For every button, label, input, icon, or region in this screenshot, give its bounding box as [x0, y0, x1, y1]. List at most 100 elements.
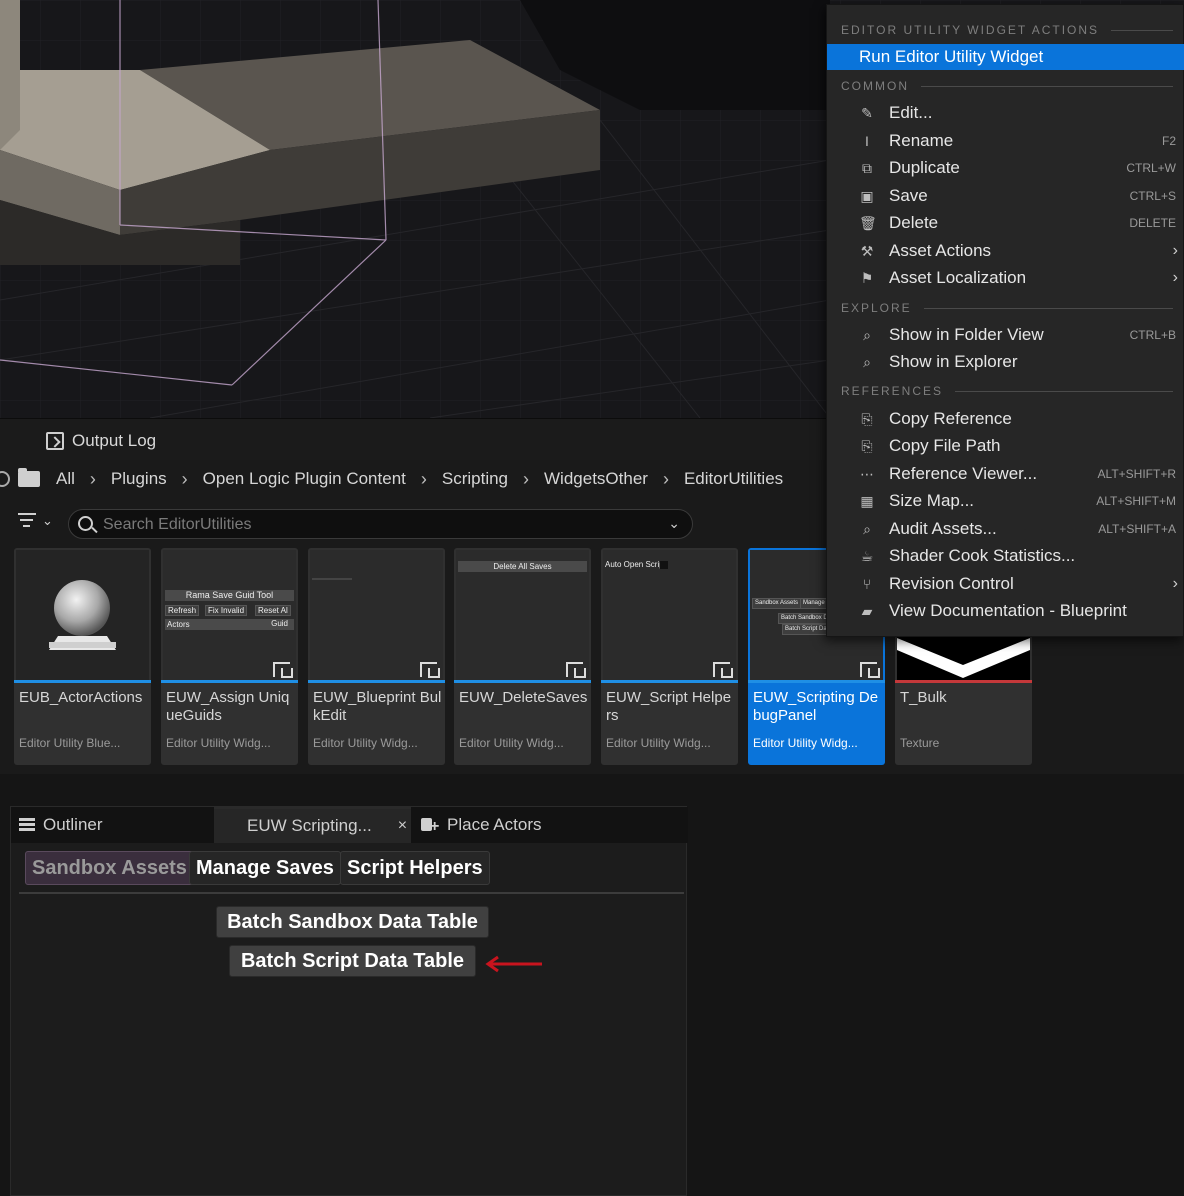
menu-item-label: Edit... [889, 103, 933, 122]
search-box[interactable]: ⌄ [68, 509, 693, 539]
menu-item-run-editor-utility-widget[interactable]: Run Editor Utility Widget [827, 44, 1184, 70]
breadcrumb-item-plugins[interactable]: Plugins [107, 469, 171, 489]
asset-tile[interactable]: Auto Open Script EUW_Script Helpers Edit… [601, 548, 738, 765]
menu-item-view-documentation[interactable]: ▰ View Documentation - Blueprint [827, 598, 1184, 624]
thumb-label: Manage [800, 598, 828, 609]
menu-item-reference-viewer[interactable]: ⋯ Reference Viewer... ALT+SHIFT+R [827, 461, 1184, 487]
menu-item-shader-cook-statistics[interactable]: ☕ Shader Cook Statistics... [827, 543, 1184, 569]
widget-blueprint-icon [420, 662, 440, 678]
section-header-common: COMMON [841, 77, 1173, 95]
menu-item-label: Size Map... [889, 491, 975, 510]
menu-item-copy-file-path[interactable]: ⎘ Copy File Path [827, 433, 1184, 459]
thumb-label: Delete All Saves [458, 561, 587, 572]
menu-item-asset-actions[interactable]: ⚒ Asset Actions › [827, 238, 1184, 264]
menu-item-size-map[interactable]: ▦ Size Map... ALT+SHIFT+M [827, 488, 1184, 514]
tab-euw-scripting[interactable]: EUW Scripting... × [214, 807, 411, 843]
breadcrumb-item-widgetsother[interactable]: WidgetsOther [540, 469, 652, 489]
asset-type-strip [601, 680, 738, 683]
thumb-label: Rama Save Guid Tool [165, 590, 294, 601]
outliner-icon [19, 817, 35, 833]
menu-item-shortcut: ALT+SHIFT+R [1097, 467, 1176, 481]
menu-item-shortcut: F2 [1161, 134, 1176, 148]
section-header-widget-actions: EDITOR UTILITY WIDGET ACTIONS [841, 21, 1173, 39]
asset-type: Editor Utility Widg... [166, 736, 271, 750]
widget-blueprint-icon [713, 662, 733, 678]
size-map-icon: ▦ [860, 493, 874, 509]
menu-item-edit[interactable]: ✎ Edit... [827, 100, 1184, 126]
asset-type-strip [454, 680, 591, 683]
tab-label: Outliner [43, 815, 103, 834]
menu-item-label: Copy File Path [889, 436, 1001, 455]
asset-type-strip [308, 680, 445, 683]
tab-place-actors[interactable]: Place Actors [421, 807, 542, 843]
menu-item-show-in-explorer[interactable]: ⌕ Show in Explorer [827, 349, 1184, 375]
history-icon[interactable] [0, 471, 10, 487]
wrench-icon: ⚒ [860, 243, 874, 259]
menu-item-rename[interactable]: I Rename F2 [827, 128, 1184, 154]
asset-tile[interactable]: EUW_Blueprint BulkEdit Editor Utility Wi… [308, 548, 445, 765]
menu-item-label: Run Editor Utility Widget [859, 47, 1044, 66]
asset-tile[interactable]: EUB_ActorActions Editor Utility Blue... [14, 548, 151, 765]
filter-icon [18, 513, 36, 531]
asset-tile[interactable]: Delete All Saves EUW_DeleteSaves Editor … [454, 548, 591, 765]
search-input[interactable] [103, 514, 663, 536]
menu-item-shortcut: CTRL+B [1129, 328, 1176, 342]
menu-item-delete[interactable]: 🗑 Delete DELETE [827, 210, 1184, 236]
chevron-right-icon[interactable]: › [171, 469, 199, 490]
batch-script-data-table-button[interactable]: Batch Script Data Table [229, 945, 476, 977]
script-helpers-button[interactable]: Script Helpers [340, 851, 490, 885]
close-icon[interactable]: × [398, 817, 407, 835]
menu-item-label: Rename [889, 131, 954, 150]
sphere-thumbnail-icon [49, 580, 116, 650]
panel-tab-bar: Outliner EUW Scripting... × Place Actors [11, 807, 688, 843]
chevron-right-icon[interactable]: › [79, 469, 107, 490]
chevron-right-icon[interactable]: › [410, 469, 438, 490]
chevron-right-icon[interactable]: › [512, 469, 540, 490]
folder-search-icon: ⌕ [863, 354, 871, 370]
thumb-line [312, 578, 352, 580]
breadcrumb-item-open-logic[interactable]: Open Logic Plugin Content [199, 469, 410, 489]
breadcrumb-item-editorutilities[interactable]: EditorUtilities [680, 469, 787, 489]
thumb-label: Sandbox Assets [752, 598, 802, 609]
menu-item-label: Audit Assets... [889, 519, 997, 538]
menu-item-show-in-folder-view[interactable]: ⌕ Show in Folder View CTRL+B [827, 322, 1184, 348]
menu-item-asset-localization[interactable]: ⚑ Asset Localization › [827, 265, 1184, 291]
asset-thumbnail [310, 550, 443, 681]
output-log-tab[interactable]: Output Log [46, 427, 156, 455]
chevron-right-icon: › [1172, 269, 1178, 286]
section-header-label: COMMON [841, 79, 909, 93]
menu-item-shortcut: CTRL+S [1129, 189, 1176, 203]
tab-outliner[interactable]: Outliner [19, 807, 214, 843]
thumb-label: Fix Invalid [205, 605, 248, 616]
menu-item-copy-reference[interactable]: ⎘ Copy Reference [827, 406, 1184, 432]
thumb-label: Auto Open Script [605, 560, 666, 569]
menu-item-label: Reference Viewer... [889, 464, 1038, 483]
menu-item-revision-control[interactable]: ⑂ Revision Control › [827, 571, 1184, 597]
asset-type-strip [161, 680, 298, 683]
menu-item-label: Show in Folder View [889, 325, 1044, 344]
sandbox-assets-button[interactable]: Sandbox Assets [25, 851, 194, 885]
filter-button[interactable]: ⌄ [18, 513, 58, 535]
section-header-label: REFERENCES [841, 384, 944, 398]
menu-item-audit-assets[interactable]: ⌕ Audit Assets... ALT+SHIFT+A [827, 516, 1184, 542]
search-icon [78, 516, 93, 531]
chevron-right-icon: › [1172, 575, 1178, 592]
breadcrumb-item-scripting[interactable]: Scripting [438, 469, 512, 489]
asset-type: Editor Utility Widg... [313, 736, 418, 750]
menu-item-shortcut: ALT+SHIFT+A [1098, 522, 1176, 536]
menu-item-shortcut: CTRL+W [1126, 161, 1176, 175]
menu-item-label: Save [889, 186, 928, 205]
chevron-down-icon[interactable]: ⌄ [668, 515, 680, 532]
menu-item-save[interactable]: ▣ Save CTRL+S [827, 183, 1184, 209]
chevron-right-icon[interactable]: › [652, 469, 680, 490]
menu-item-duplicate[interactable]: ⧉ Duplicate CTRL+W [827, 155, 1184, 181]
batch-sandbox-data-table-button[interactable]: Batch Sandbox Data Table [216, 906, 489, 938]
manage-saves-button[interactable]: Manage Saves [189, 851, 341, 885]
editor-utility-panel: Outliner EUW Scripting... × Place Actors… [10, 806, 688, 1196]
breadcrumb-item-all[interactable]: All [52, 469, 79, 489]
asset-type: Editor Utility Widg... [606, 736, 711, 750]
asset-name: EUW_Assign UniqueGuids [166, 689, 290, 724]
asset-tile[interactable]: Rama Save Guid Tool Refresh Fix Invalid … [161, 548, 298, 765]
asset-type: Editor Utility Widg... [753, 736, 858, 750]
chevron-right-icon: › [1172, 242, 1178, 259]
